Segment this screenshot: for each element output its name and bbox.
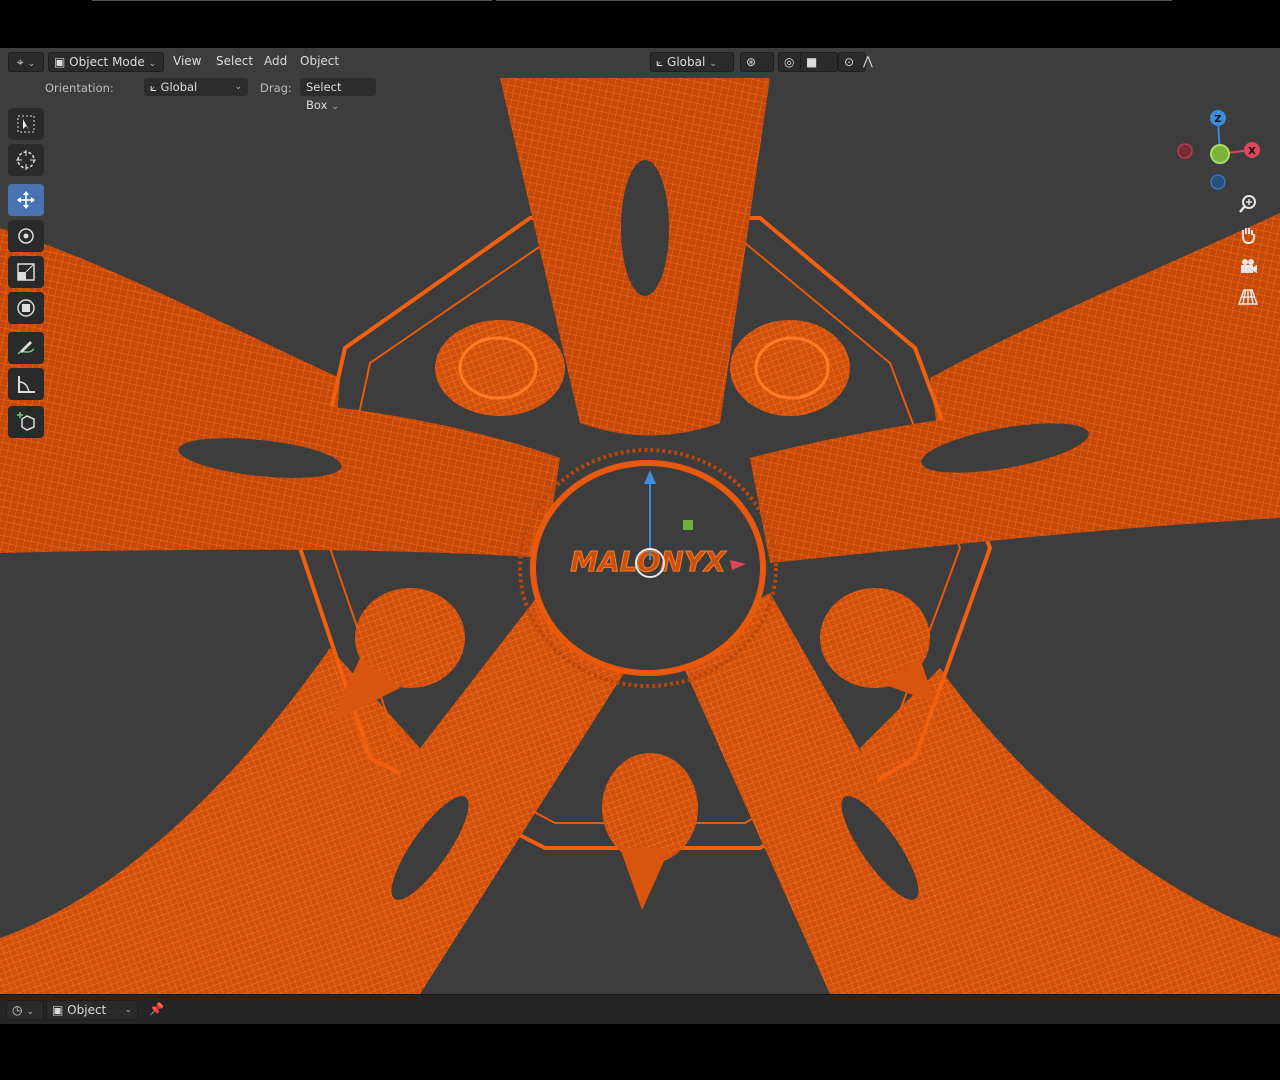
tool-settings-bar: Orientation: ⟀ Global ⌄ Drag: Select Box ⌄ xyxy=(0,76,1280,112)
gizmo-neg-x-axis[interactable] xyxy=(1177,143,1193,159)
mode-label: Object Mode xyxy=(69,55,145,69)
menu-select[interactable]: Select xyxy=(211,52,258,70)
pin-icon: 📌 xyxy=(149,1002,164,1016)
select-box-icon xyxy=(17,115,35,133)
rotate-icon xyxy=(18,228,34,244)
annotate-icon xyxy=(17,341,35,355)
pivot-icon: ⊛ xyxy=(746,55,757,69)
editor-type-icon: ⌖ xyxy=(16,55,24,69)
orientation-icon: ⟀ xyxy=(150,80,157,94)
viewport-header: ⌖ ⌄ ▣ Object Mode ⌄ View Select Add Object… xyxy=(0,48,1280,74)
bottom-black-strip xyxy=(0,1024,1280,1080)
zoom-button[interactable] xyxy=(1236,192,1260,216)
falloff-curve-icon: ⋀ xyxy=(863,54,873,68)
lug-nut xyxy=(602,753,698,910)
move-icon xyxy=(17,191,35,209)
camera-view-button[interactable] xyxy=(1236,254,1260,278)
add-cube-tool[interactable] xyxy=(8,406,44,438)
menu-add[interactable]: Add xyxy=(259,52,292,70)
viewport-footer: ◷ ⌄ ▣ Object ⌄ 📌 xyxy=(0,994,1280,1025)
cursor-icon xyxy=(16,150,36,170)
falloff-dropdown[interactable]: ⋀ xyxy=(858,52,892,70)
menu-object[interactable]: Object xyxy=(295,52,344,70)
lug-nut xyxy=(820,588,935,703)
move-tool[interactable] xyxy=(8,184,44,216)
annotate-tool[interactable] xyxy=(8,332,44,364)
snap-target-icon: ■ xyxy=(806,55,818,69)
wireframe-scene: MALONYX xyxy=(0,78,1280,994)
drag-label: Drag: xyxy=(260,81,292,95)
3d-viewport[interactable]: MALONYX xyxy=(0,48,1280,994)
strip-divider xyxy=(496,0,1172,1)
orientation-icon: ⟀ xyxy=(656,55,664,69)
object-icon: ▣ xyxy=(52,1003,64,1017)
rotate-tool[interactable] xyxy=(8,220,44,252)
drag-dropdown[interactable]: Select Box ⌄ xyxy=(300,78,376,112)
navigation-gizmo[interactable]: Z X xyxy=(1170,106,1270,196)
gizmo-y-axis[interactable] xyxy=(1210,144,1230,164)
gizmo-neg-z-axis[interactable] xyxy=(1210,174,1226,190)
mode-dropdown[interactable]: ▣ Object Mode ⌄ xyxy=(48,52,164,72)
camera-icon xyxy=(1241,259,1257,273)
cursor-tool[interactable] xyxy=(8,144,44,176)
strip-divider xyxy=(92,0,492,1)
scale-tool[interactable] xyxy=(8,256,44,288)
object-mode-icon: ▣ xyxy=(54,55,66,69)
pan-button[interactable] xyxy=(1236,223,1260,247)
lug-nut xyxy=(435,320,565,416)
snap-target-dropdown[interactable]: ■ xyxy=(800,52,838,72)
grid-perspective-icon xyxy=(1238,289,1258,305)
transform-icon xyxy=(17,299,35,317)
gizmo-z-label: Z xyxy=(1214,114,1221,125)
menu-view[interactable]: View xyxy=(168,52,206,70)
proportional-edit-icon: ⊙ xyxy=(844,55,855,69)
transform-tool[interactable] xyxy=(8,292,44,324)
orientation-label: Orientation: xyxy=(45,81,114,95)
measure-tool[interactable] xyxy=(8,368,44,400)
transform-orientation-label: Global xyxy=(667,55,706,69)
spoke-left xyxy=(0,399,560,558)
hand-icon xyxy=(1242,228,1255,245)
select-box-tool[interactable] xyxy=(8,108,44,140)
clock-icon: ◷ xyxy=(12,1003,23,1017)
context-label: Object xyxy=(67,1003,107,1017)
lug-nut xyxy=(730,320,850,416)
gizmo-x-label: X xyxy=(1248,146,1256,157)
snap-icon: ◎ xyxy=(784,55,795,69)
gizmo-plane-handle[interactable] xyxy=(683,520,693,530)
orientation-dropdown[interactable]: ⟀ Global ⌄ xyxy=(144,78,248,96)
orientation-value: Global xyxy=(160,80,198,94)
add-cube-icon xyxy=(17,412,35,431)
scale-icon xyxy=(17,263,35,281)
pivot-point-button[interactable]: ⊛ xyxy=(740,52,774,72)
transform-orientation-dropdown[interactable]: ⟀ Global ⌄ xyxy=(650,52,734,72)
spoke-slot xyxy=(621,160,669,296)
pin-button[interactable]: 📌 xyxy=(144,1000,169,1018)
editor-type-button-footer[interactable]: ◷ ⌄ xyxy=(6,1000,44,1020)
zoom-icon xyxy=(1239,195,1256,213)
editor-type-button[interactable]: ⌖ ⌄ xyxy=(8,52,44,72)
toggle-perspective-button[interactable] xyxy=(1236,285,1260,309)
measure-icon xyxy=(18,376,35,393)
top-black-strip xyxy=(0,0,1280,48)
context-dropdown[interactable]: ▣ Object ⌄ xyxy=(46,1000,138,1020)
